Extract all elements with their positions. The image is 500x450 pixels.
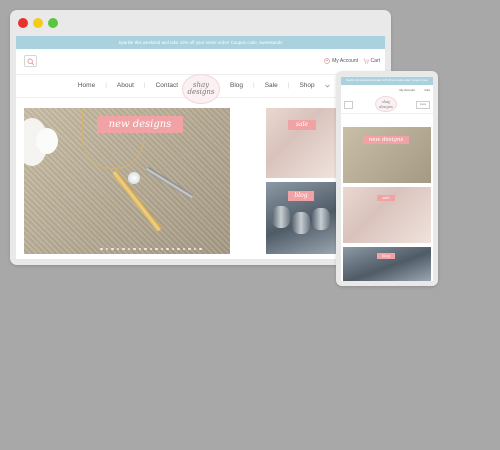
nav-item-sale[interactable]: Sale xyxy=(265,82,278,89)
sale-tile[interactable]: sale xyxy=(266,108,336,178)
mobile-site-logo[interactable]: shay designs xyxy=(375,96,397,112)
cart-label: Cart xyxy=(370,58,380,64)
silver-bar-pendant xyxy=(145,166,194,200)
blog-tile[interactable]: blog xyxy=(266,182,336,254)
cart-link[interactable]: Cart xyxy=(363,58,380,64)
mobile-hero-image[interactable]: new designs xyxy=(343,127,431,183)
hero-banner-label: new designs xyxy=(97,116,183,133)
cart-icon xyxy=(363,58,369,64)
mobile-cart-link[interactable]: Cart xyxy=(424,88,430,92)
nav-item-shop[interactable]: Shop xyxy=(299,82,314,89)
chevron-down-icon[interactable] xyxy=(324,84,330,88)
mobile-utility-bar: My Account Cart xyxy=(341,85,433,95)
hero-slider[interactable]: new designs xyxy=(24,108,230,254)
mobile-logo-line-2: designs xyxy=(379,105,393,109)
stamp-decoration xyxy=(312,208,330,230)
stamp-decoration xyxy=(272,206,290,228)
nav-right-group: Blog | Sale | Shop xyxy=(230,82,330,89)
mobile-menu-button[interactable]: menu xyxy=(416,101,430,109)
nav-item-home[interactable]: Home xyxy=(78,82,95,89)
search-icon xyxy=(27,58,35,66)
window-close-button[interactable] xyxy=(18,18,28,28)
mobile-viewport: Sparkle this weekend and take 10% off yo… xyxy=(341,77,433,281)
account-icon xyxy=(324,58,330,64)
utility-bar: My Account Cart xyxy=(16,49,385,75)
desktop-browser-window: Sparkle this weekend and take 10% off yo… xyxy=(10,10,391,265)
crystal-charm xyxy=(128,172,140,184)
nav-item-contact[interactable]: Contact xyxy=(156,82,178,89)
nav-separator: | xyxy=(287,82,290,89)
window-maximize-button[interactable] xyxy=(48,18,58,28)
mobile-browser-window: Sparkle this weekend and take 10% off yo… xyxy=(336,71,438,286)
promo-bar: Sparkle this weekend and take 10% off yo… xyxy=(16,36,385,49)
mobile-my-account-link[interactable]: My Account xyxy=(399,88,415,92)
mobile-sale-label: sale xyxy=(377,195,395,201)
nav-separator: | xyxy=(253,82,255,89)
logo-line-2: designs xyxy=(187,88,215,96)
site-logo[interactable]: shay designs xyxy=(182,74,220,104)
mobile-promo-bar: Sparkle this weekend and take 10% off yo… xyxy=(341,77,433,90)
my-account-label: My Account xyxy=(332,58,358,64)
nav-left-group: Home | About | Contact xyxy=(78,82,178,89)
stamp-decoration xyxy=(292,212,310,234)
main-nav: Home | About | Contact shay designs Blog… xyxy=(16,74,385,104)
blog-tile-label: blog xyxy=(288,191,314,201)
window-minimize-button[interactable] xyxy=(33,18,43,28)
mobile-hero-banner-label: new designs xyxy=(363,136,409,144)
mobile-search-button[interactable] xyxy=(344,101,353,109)
sale-tile-label: sale xyxy=(288,120,316,130)
search-button[interactable] xyxy=(24,55,37,67)
nav-item-about[interactable]: About xyxy=(117,82,134,89)
nav-separator: | xyxy=(105,82,107,89)
slider-dots[interactable] xyxy=(100,247,202,250)
desktop-viewport: Sparkle this weekend and take 10% off yo… xyxy=(16,36,385,259)
nav-separator: | xyxy=(143,82,146,89)
mobile-nav: shay designs menu xyxy=(341,95,433,114)
mobile-sale-image[interactable]: sale xyxy=(343,187,431,243)
nav-item-blog[interactable]: Blog xyxy=(230,82,243,89)
mobile-blog-image[interactable]: blog xyxy=(343,247,431,281)
my-account-link[interactable]: My Account xyxy=(324,58,358,64)
mobile-blog-label: blog xyxy=(377,253,395,259)
flower-decoration xyxy=(36,128,58,154)
